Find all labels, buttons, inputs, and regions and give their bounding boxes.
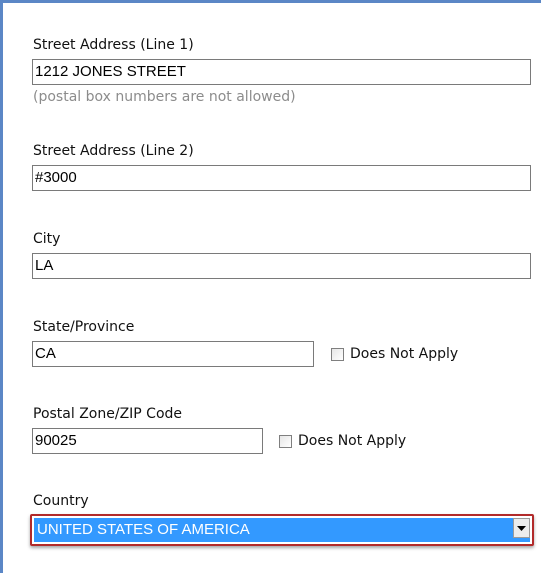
country-dropdown-button[interactable] — [513, 518, 530, 538]
street1-hint: (postal box numbers are not allowed) — [33, 89, 296, 105]
state-not-apply-checkbox[interactable] — [331, 347, 344, 361]
city-label: City — [33, 231, 61, 247]
state-label: State/Province — [33, 319, 135, 335]
address-form: Street Address (Line 1) 1212 JONES STREE… — [0, 0, 541, 573]
street2-label: Street Address (Line 2) — [33, 143, 194, 159]
country-select[interactable]: UNITED STATES OF AMERICA — [34, 518, 530, 542]
postal-not-apply-checkbox[interactable] — [279, 434, 292, 448]
state-not-apply[interactable]: Does Not Apply — [331, 346, 458, 362]
city-input[interactable]: LA — [32, 253, 531, 279]
street2-input[interactable]: #3000 — [32, 165, 531, 191]
postal-input[interactable]: 90025 — [32, 428, 263, 454]
chevron-down-icon — [517, 526, 526, 531]
country-select-focus-outline: UNITED STATES OF AMERICA — [30, 514, 534, 546]
postal-not-apply[interactable]: Does Not Apply — [279, 433, 406, 449]
country-label: Country — [33, 493, 89, 509]
state-not-apply-label: Does Not Apply — [350, 346, 459, 362]
state-input[interactable]: CA — [32, 341, 314, 367]
postal-label: Postal Zone/ZIP Code — [33, 406, 183, 422]
street1-label: Street Address (Line 1) — [33, 37, 194, 53]
street1-input[interactable]: 1212 JONES STREET — [32, 59, 531, 85]
postal-not-apply-label: Does Not Apply — [298, 433, 407, 449]
